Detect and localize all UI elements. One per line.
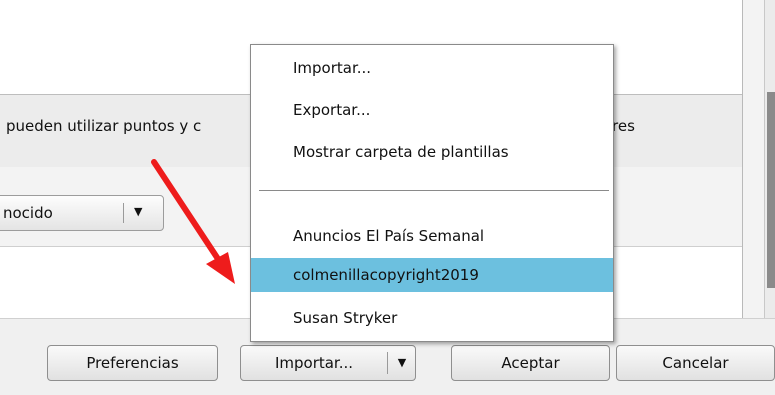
- template-item-label: colmenillacopyright2019: [293, 266, 479, 284]
- info-text: pueden utilizar puntos y c: [6, 117, 202, 135]
- template-item[interactable]: Anuncios El País Semanal: [251, 219, 613, 253]
- menu-item-show-templates-folder[interactable]: Mostrar carpeta de plantillas: [251, 135, 613, 169]
- chevron-down-icon[interactable]: ▼: [388, 346, 416, 380]
- template-item-label: Susan Stryker: [293, 309, 398, 327]
- import-button[interactable]: Importar...: [241, 346, 387, 380]
- menu-item-export[interactable]: Exportar...: [251, 93, 613, 127]
- preferences-button[interactable]: Preferencias: [47, 345, 218, 381]
- accept-button[interactable]: Aceptar: [451, 345, 610, 381]
- red-arrow-icon: [151, 159, 235, 284]
- template-item-selected[interactable]: colmenillacopyright2019: [251, 258, 613, 292]
- menu-item-label: Importar...: [293, 59, 372, 77]
- menu-item-label: Exportar...: [293, 101, 371, 119]
- menu-separator: [259, 190, 609, 191]
- menu-item-import[interactable]: Importar...: [251, 51, 613, 85]
- template-item[interactable]: Susan Stryker: [251, 301, 613, 335]
- import-split-button[interactable]: Importar... ▼: [240, 345, 416, 381]
- info-text-tail: res: [612, 117, 635, 135]
- filter-dropdown-separator: [123, 203, 124, 223]
- scrollbar-thumb[interactable]: [767, 92, 775, 288]
- import-popup-menu: Importar... Exportar... Mostrar carpeta …: [250, 44, 614, 342]
- filter-dropdown-value: nocido: [3, 204, 53, 222]
- menu-item-label: Mostrar carpeta de plantillas: [293, 143, 509, 161]
- template-item-label: Anuncios El País Semanal: [293, 227, 485, 245]
- cancel-button[interactable]: Cancelar: [616, 345, 775, 381]
